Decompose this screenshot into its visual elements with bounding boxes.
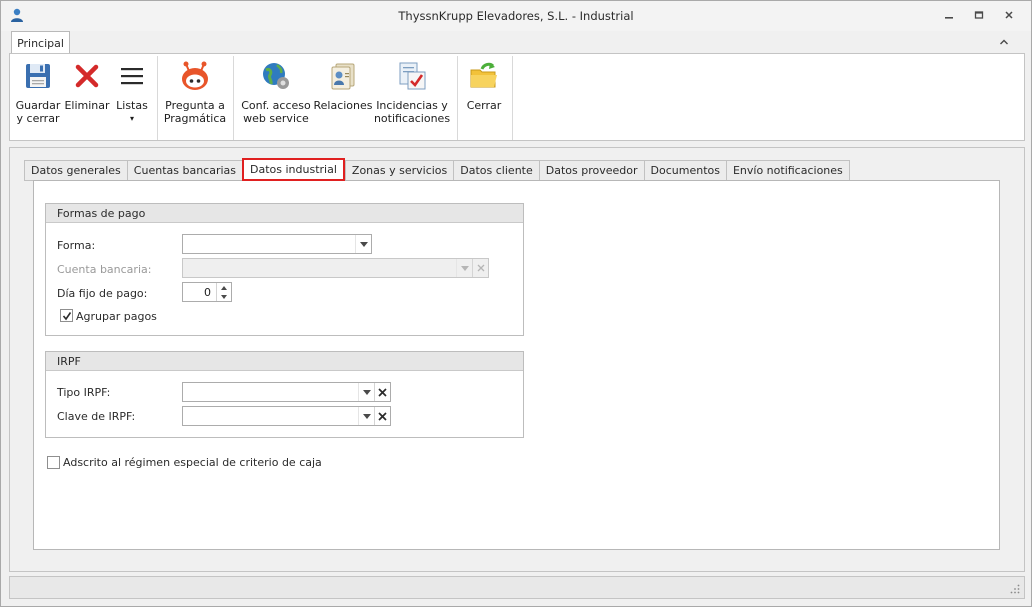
incidencias-button[interactable]: Incidencias y notificaciones: [373, 56, 451, 140]
adscrito-label: Adscrito al régimen especial de criterio…: [63, 456, 322, 469]
formas-pago-group: Formas de pago Forma: Cuenta bancaria: D…: [45, 203, 524, 336]
forma-label: Forma:: [57, 239, 96, 252]
dia-fijo-spinner[interactable]: 0: [182, 282, 232, 302]
conf-label-2: web service: [243, 112, 309, 125]
dia-fijo-label: Día fijo de pago:: [57, 287, 148, 300]
tab-strip: Datos generales Cuentas bancarias Datos …: [24, 158, 850, 181]
app-window: ThyssnKrupp Elevadores, S.L. - Industria…: [0, 0, 1032, 607]
clear-icon: [472, 259, 488, 277]
contacts-icon: [331, 63, 355, 90]
cerrar-label: Cerrar: [466, 99, 502, 112]
tab-datos-cliente[interactable]: Datos cliente: [453, 160, 539, 181]
close-icon[interactable]: [999, 7, 1019, 23]
chevron-down-icon: [456, 259, 472, 277]
minimize-icon[interactable]: [939, 7, 959, 23]
clear-icon[interactable]: [374, 407, 390, 425]
eliminar-label: Eliminar: [64, 99, 110, 112]
forma-combo[interactable]: [182, 234, 372, 254]
window-title: ThyssnKrupp Elevadores, S.L. - Industria…: [398, 9, 634, 23]
pregunta-pragmatica-button[interactable]: Pregunta a Pragmática: [162, 56, 228, 140]
spin-arrows-icon[interactable]: [216, 283, 231, 301]
chevron-up-icon[interactable]: [997, 35, 1011, 49]
conf-acceso-button[interactable]: Conf. acceso web service: [239, 56, 313, 140]
tipo-irpf-combo[interactable]: [182, 382, 391, 402]
clipboard-check-icon: [399, 62, 426, 90]
tab-envio-notificaciones[interactable]: Envío notificaciones: [725, 160, 850, 181]
tab-datos-industrial[interactable]: Datos industrial: [242, 158, 345, 181]
robot-icon: [182, 61, 208, 90]
agrupar-pagos-label: Agrupar pagos: [76, 310, 157, 323]
checkmark-icon: [62, 311, 71, 320]
ribbon-separator: [512, 56, 513, 140]
formas-pago-title: Formas de pago: [46, 204, 523, 223]
guardar-label-2: y cerrar: [16, 112, 60, 125]
tab-datos-proveedor[interactable]: Datos proveedor: [538, 160, 644, 181]
clave-irpf-combo[interactable]: [182, 406, 391, 426]
list-icon: [121, 68, 143, 85]
ribbon-separator: [457, 56, 458, 140]
resize-grip-icon[interactable]: [1010, 584, 1020, 594]
dia-fijo-value: 0: [204, 286, 211, 299]
relaciones-button[interactable]: Relaciones: [313, 56, 373, 140]
ribbon-bar: Guardar y cerrar Eliminar Listas ▾ Pregu…: [9, 53, 1025, 141]
cuenta-bancaria-combo: [182, 258, 489, 278]
eliminar-button[interactable]: Eliminar: [64, 56, 110, 140]
ribbon-separator: [157, 56, 158, 140]
folder-arrow-icon: [470, 62, 497, 88]
tab-documentos[interactable]: Documentos: [643, 160, 726, 181]
adscrito-checkbox[interactable]: [47, 456, 60, 469]
floppy-disk-icon: [26, 64, 50, 88]
tab-zonas-servicios[interactable]: Zonas y servicios: [344, 160, 454, 181]
tab-cuentas-bancarias[interactable]: Cuentas bancarias: [126, 160, 243, 181]
listas-label: Listas: [116, 99, 148, 112]
incidencias-label-2: notificaciones: [373, 112, 451, 125]
ribbon-tab-principal[interactable]: Principal: [11, 31, 70, 54]
clave-irpf-label: Clave de IRPF:: [57, 410, 136, 423]
tipo-irpf-label: Tipo IRPF:: [57, 386, 111, 399]
irpf-title: IRPF: [46, 352, 523, 371]
listas-button[interactable]: Listas ▾: [114, 56, 150, 140]
guardar-label-1: Guardar: [15, 99, 61, 112]
title-bar: ThyssnKrupp Elevadores, S.L. - Industria…: [1, 1, 1031, 31]
relaciones-label: Relaciones: [313, 99, 373, 112]
irpf-group: IRPF Tipo IRPF: Clave de IRPF:: [45, 351, 524, 438]
chevron-down-icon[interactable]: [358, 383, 374, 401]
chevron-down-icon: ▾: [129, 114, 134, 123]
status-bar: [9, 576, 1025, 599]
cuenta-bancaria-label: Cuenta bancaria:: [57, 263, 152, 276]
red-x-icon: [75, 64, 99, 88]
pregunta-label-1: Pregunta a: [165, 99, 225, 112]
agrupar-pagos-checkbox[interactable]: [60, 309, 73, 322]
clear-icon[interactable]: [374, 383, 390, 401]
chevron-down-icon[interactable]: [358, 407, 374, 425]
globe-gear-icon: [263, 63, 289, 89]
conf-label-1: Conf. acceso: [241, 99, 311, 112]
pregunta-label-2: Pragmática: [163, 112, 227, 125]
cerrar-button[interactable]: Cerrar: [462, 56, 506, 140]
chevron-down-icon[interactable]: [355, 235, 371, 253]
tab-datos-generales[interactable]: Datos generales: [24, 160, 127, 181]
guardar-cerrar-button[interactable]: Guardar y cerrar: [16, 56, 60, 140]
incidencias-label-1: Incidencias y: [376, 99, 448, 112]
restore-icon[interactable]: [969, 7, 989, 23]
ribbon-separator: [233, 56, 234, 140]
